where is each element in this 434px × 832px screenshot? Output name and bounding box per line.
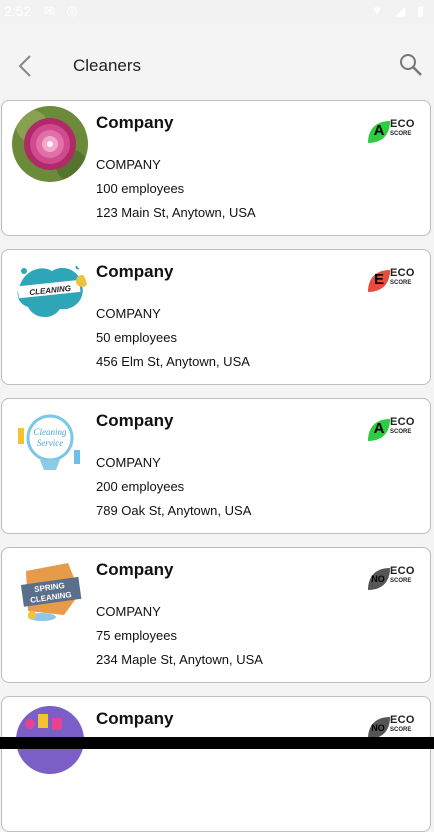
eco-score-badge: E ECO SCORE: [366, 266, 416, 296]
status-bar: 2:52 ✉ ◎ ▼ ◢ ▮: [0, 0, 434, 24]
system-icons: ▼ ◢ ▮: [370, 3, 428, 18]
logo-text-1: Cleaning: [34, 427, 67, 437]
company-type: COMPANY: [96, 157, 161, 172]
company-card[interactable]: Company COMPANY 100 employees 123 Main S…: [1, 100, 431, 236]
score-label: SCORE: [390, 578, 412, 584]
eco-grade: E: [373, 271, 384, 288]
company-card[interactable]: SPRING CLEANING Company COMPANY 75 emplo…: [1, 547, 431, 683]
navigation-bar: [0, 737, 434, 749]
company-logo: [12, 106, 88, 182]
score-label: SCORE: [390, 727, 412, 733]
eco-label: ECO: [390, 565, 415, 577]
score-label: SCORE: [390, 429, 412, 435]
company-logo: Cleaning Service: [12, 404, 88, 480]
eco-grade: A: [373, 122, 385, 139]
eco-grade: NO: [371, 574, 385, 584]
company-name: Company: [96, 411, 174, 430]
company-address: 456 Elm St, Anytown, USA: [96, 354, 250, 369]
eco-label: ECO: [390, 118, 415, 130]
employee-count: 200 employees: [96, 479, 185, 494]
company-logo: CLEANING: [12, 255, 88, 331]
eco-label: ECO: [390, 714, 415, 726]
eco-label: ECO: [390, 267, 415, 279]
company-name: Company: [96, 560, 174, 579]
page-title: Cleaners: [73, 56, 142, 75]
company-card[interactable]: Cleaning Service Company COMPANY 200 emp…: [1, 398, 431, 534]
company-logo: SPRING CLEANING: [12, 553, 88, 629]
app-bar: Cleaners: [0, 24, 434, 94]
company-type: COMPANY: [96, 455, 161, 470]
notification-icons: ✉ ◎: [44, 3, 82, 18]
employee-count: 75 employees: [96, 628, 177, 643]
company-address: 123 Main St, Anytown, USA: [96, 205, 256, 220]
eco-score-badge: A ECO SCORE: [366, 415, 416, 445]
search-icon[interactable]: [398, 52, 424, 78]
company-name: Company: [96, 709, 174, 728]
eco-grade: NO: [371, 723, 385, 733]
company-type: COMPANY: [96, 306, 161, 321]
company-name: Company: [96, 262, 174, 281]
eco-label: ECO: [390, 416, 415, 428]
eco-grade: A: [373, 420, 385, 437]
eco-score-badge: A ECO SCORE: [366, 117, 416, 147]
eco-score-badge: NO ECO SCORE: [366, 564, 416, 594]
company-name: Company: [96, 113, 174, 132]
company-type: COMPANY: [96, 604, 161, 619]
employee-count: 100 employees: [96, 181, 185, 196]
employee-count: 50 employees: [96, 330, 177, 345]
back-arrow-icon[interactable]: [14, 52, 38, 80]
company-card[interactable]: CLEANING Company COMPANY 50 employees 45…: [1, 249, 431, 385]
company-card[interactable]: Company NO ECO SCORE: [1, 696, 431, 832]
score-label: SCORE: [390, 131, 412, 137]
company-address: 234 Maple St, Anytown, USA: [96, 652, 263, 667]
company-address: 789 Oak St, Anytown, USA: [96, 503, 252, 518]
logo-text-2: Service: [37, 438, 63, 448]
status-time: 2:52: [4, 3, 32, 19]
score-label: SCORE: [390, 280, 412, 286]
